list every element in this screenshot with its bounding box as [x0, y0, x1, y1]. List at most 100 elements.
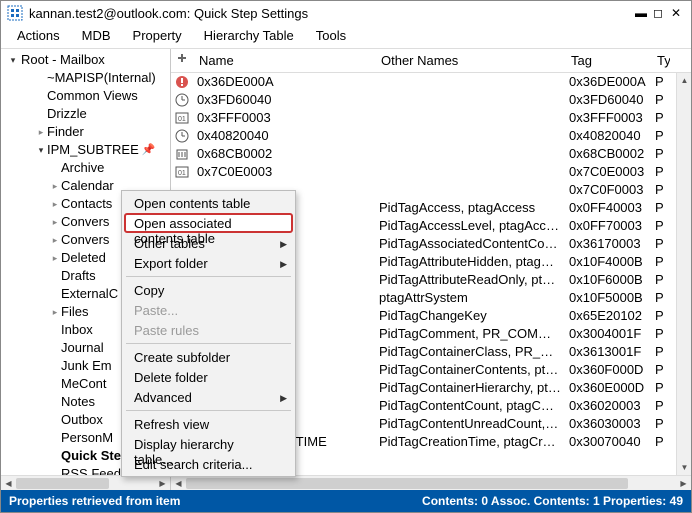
- expand-icon[interactable]: ▸: [49, 195, 61, 213]
- row-type: P: [651, 253, 671, 271]
- row-tag: 0x0FF40003: [565, 199, 651, 217]
- tree-item[interactable]: ▸Finder: [1, 123, 170, 141]
- row-type: P: [651, 379, 671, 397]
- tree-hscroll[interactable]: ◀▶: [1, 475, 170, 490]
- row-type: P: [651, 325, 671, 343]
- list-hscroll[interactable]: ◀▶: [171, 475, 691, 490]
- minimize-button[interactable]: ▬: [631, 6, 649, 20]
- row-other-names: PidTagAssociatedContentCount: [375, 235, 565, 253]
- col-tag[interactable]: Tag: [565, 49, 651, 72]
- tree-item[interactable]: ▾IPM_SUBTREE 📌: [1, 141, 170, 159]
- expand-icon[interactable]: ▾: [7, 51, 19, 69]
- row-type: P: [651, 289, 671, 307]
- row-type: P: [651, 415, 671, 433]
- row-type-icon: 01: [171, 111, 193, 125]
- maximize-button[interactable]: ◻: [649, 6, 667, 20]
- row-name: 0x68CB0002: [193, 145, 375, 163]
- tree-item-label: IPM_SUBTREE: [47, 141, 139, 159]
- row-type-icon: [171, 75, 193, 89]
- row-type: P: [651, 73, 671, 91]
- context-item: Paste rules: [124, 320, 293, 340]
- close-button[interactable]: ✕: [667, 6, 685, 20]
- row-type: P: [651, 235, 671, 253]
- col-icon[interactable]: [171, 49, 193, 72]
- row-other-names: PidTagAttributeHidden, ptagAttr...: [375, 253, 565, 271]
- row-other-names: PidTagChangeKey: [375, 307, 565, 325]
- row-tag: 0x7C0E0003: [565, 163, 651, 181]
- tree-item-label: Contacts: [61, 195, 112, 213]
- tree-item[interactable]: Archive: [1, 159, 170, 177]
- property-row[interactable]: 010x3FFF00030x3FFF0003P: [171, 109, 691, 127]
- context-item[interactable]: Export folder▶: [124, 253, 293, 273]
- window-title: kannan.test2@outlook.com: Quick Step Set…: [29, 6, 631, 21]
- context-item[interactable]: Display hierarchy table...: [124, 434, 293, 454]
- row-other-names: PidTagCreationTime, ptagCreatio...: [375, 433, 565, 451]
- tree-item-label: Junk Em: [61, 357, 112, 375]
- col-other-names[interactable]: Other Names: [375, 49, 565, 72]
- row-type: P: [651, 199, 671, 217]
- menu-actions[interactable]: Actions: [15, 27, 62, 44]
- context-item[interactable]: Delete folder: [124, 367, 293, 387]
- property-row[interactable]: 010x7C0E00030x7C0E0003P: [171, 163, 691, 181]
- expand-icon[interactable]: ▸: [49, 249, 61, 267]
- tree-item-label: Drizzle: [47, 105, 87, 123]
- tree-item-label: Convers: [61, 231, 109, 249]
- menu-tools[interactable]: Tools: [314, 27, 348, 44]
- tree-item[interactable]: ~MAPISP(Internal): [1, 69, 170, 87]
- submenu-arrow-icon: ▶: [280, 237, 287, 252]
- col-type[interactable]: Ty: [651, 49, 671, 72]
- collapse-icon[interactable]: ▾: [35, 141, 47, 159]
- row-name: 0x40820040: [193, 127, 375, 145]
- property-row[interactable]: 0x408200400x40820040P: [171, 127, 691, 145]
- row-type: P: [651, 361, 671, 379]
- context-item[interactable]: Edit search criteria...: [124, 454, 293, 474]
- app-icon: [7, 5, 23, 21]
- context-item[interactable]: Advanced▶: [124, 387, 293, 407]
- list-vscroll[interactable]: ▲▼: [676, 73, 691, 475]
- row-type: P: [651, 307, 671, 325]
- row-tag: 0x10F4000B: [565, 253, 651, 271]
- property-row[interactable]: 0x36DE000A0x36DE000AP: [171, 73, 691, 91]
- menu-mdb[interactable]: MDB: [80, 27, 113, 44]
- context-item[interactable]: Open associated contents table: [124, 213, 293, 233]
- row-type: P: [651, 145, 671, 163]
- row-tag: 0x30070040: [565, 433, 651, 451]
- submenu-arrow-icon: ▶: [280, 257, 287, 272]
- status-left: Properties retrieved from item: [9, 494, 180, 508]
- tree-item-label: Drafts: [61, 267, 96, 285]
- tree-item-label: Common Views: [47, 87, 138, 105]
- property-row[interactable]: 0x3FD600400x3FD60040P: [171, 91, 691, 109]
- menu-property[interactable]: Property: [131, 27, 184, 44]
- expand-icon[interactable]: ▸: [35, 123, 47, 141]
- col-name[interactable]: Name: [193, 49, 375, 72]
- tree-item-label: ExternalC: [61, 285, 118, 303]
- context-item: Paste...: [124, 300, 293, 320]
- context-item[interactable]: Other tables▶: [124, 233, 293, 253]
- tree-root[interactable]: ▾Root - Mailbox: [1, 51, 170, 69]
- context-item[interactable]: Refresh view: [124, 414, 293, 434]
- row-type: P: [651, 163, 671, 181]
- row-tag: 0x68CB0002: [565, 145, 651, 163]
- property-row[interactable]: 0x68CB00020x68CB0002P: [171, 145, 691, 163]
- app-window: kannan.test2@outlook.com: Quick Step Set…: [0, 0, 692, 513]
- expand-icon[interactable]: ▸: [49, 213, 61, 231]
- tree-item[interactable]: Drizzle: [1, 105, 170, 123]
- main-split: ▾Root - Mailbox~MAPISP(Internal)Common V…: [1, 48, 691, 490]
- row-other-names: PidTagComment, PR_COMMENT,...: [375, 325, 565, 343]
- row-type: P: [651, 91, 671, 109]
- context-item[interactable]: Create subfolder: [124, 347, 293, 367]
- expand-icon[interactable]: ▸: [49, 231, 61, 249]
- row-type: P: [651, 433, 671, 451]
- row-other-names: ptagAttrSystem: [375, 289, 565, 307]
- row-tag: 0x3004001F: [565, 325, 651, 343]
- tree-item-label: MeCont: [61, 375, 107, 393]
- context-item[interactable]: Copy: [124, 280, 293, 300]
- context-item[interactable]: Open contents table: [124, 193, 293, 213]
- tree-item-label: Calendar: [61, 177, 114, 195]
- row-tag: 0x0FF70003: [565, 217, 651, 235]
- expand-icon[interactable]: ▸: [49, 303, 61, 321]
- menu-hierarchy-table[interactable]: Hierarchy Table: [202, 27, 296, 44]
- tree-item[interactable]: Common Views: [1, 87, 170, 105]
- row-type: P: [651, 217, 671, 235]
- expand-icon[interactable]: ▸: [49, 177, 61, 195]
